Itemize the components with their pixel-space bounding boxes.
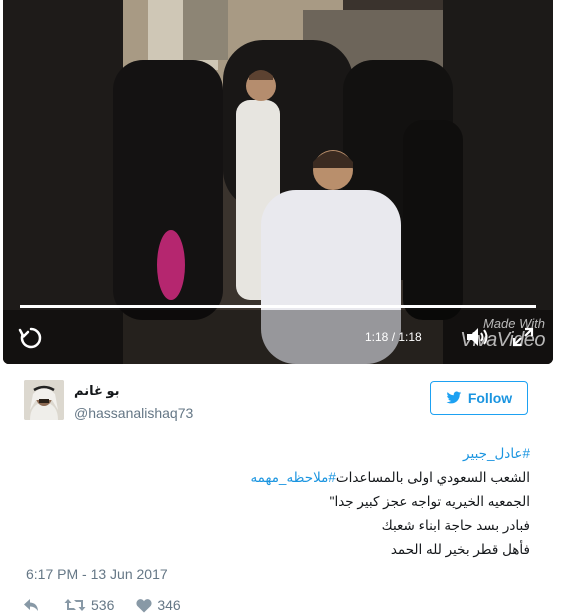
heart-icon (136, 598, 152, 612)
tweet-line-1: #عادل_جبير (230, 442, 530, 466)
hashtag-link[interactable]: #عادل_جبير (463, 446, 530, 461)
video-progress-fill (20, 305, 536, 308)
tweet-text: #عادل_جبير الشعب السعودي اولى بالمساعدات… (230, 442, 530, 562)
twitter-bird-icon (446, 391, 462, 404)
like-count: 346 (157, 597, 181, 613)
reply-icon (24, 599, 38, 611)
tweet-line-4: فبادر بسد حاجة ابناء شعبك (381, 518, 530, 533)
expand-icon (512, 327, 534, 347)
tweet-line-2: الشعب السعودي اولى بالمساعدات#ملاحظه_مهم… (230, 466, 530, 490)
user-handle[interactable]: @hassanalishaq73 (74, 405, 193, 421)
tweet-actions: 536 346 (22, 596, 181, 614)
display-name[interactable]: بو غانم (74, 383, 144, 399)
embedded-tweet-card: 1:18 / 1:18 Made With VivaVideo بو غانم … (0, 0, 561, 613)
hashtag-link[interactable]: #ملاحظه_مهمه (250, 470, 335, 485)
avatar-image (24, 380, 64, 420)
video-time: 1:18 / 1:18 (365, 330, 422, 344)
avatar[interactable] (24, 380, 64, 420)
video-progress-bar[interactable] (20, 305, 536, 308)
volume-button[interactable] (464, 325, 490, 349)
tweet-text-segment: الشعب السعودي اولى بالمساعدات (335, 470, 530, 485)
video-player[interactable]: 1:18 / 1:18 Made With VivaVideo (3, 0, 553, 364)
follow-button-label: Follow (467, 390, 513, 406)
reply-button[interactable] (22, 597, 40, 613)
retweet-icon (64, 599, 86, 611)
volume-icon (467, 328, 488, 346)
like-button[interactable]: 346 (136, 597, 181, 613)
tweet-timestamp[interactable]: 6:17 PM - 13 Jun 2017 (26, 566, 168, 582)
follow-button[interactable]: Follow (430, 381, 528, 415)
retweet-count: 536 (91, 597, 115, 613)
tweet-line-3: الجمعيه الخيريه تواجه عجز كبير جدا" (329, 494, 530, 509)
video-frame (3, 0, 553, 364)
fullscreen-button[interactable] (510, 325, 536, 349)
replay-button[interactable] (17, 324, 45, 352)
retweet-button[interactable]: 536 (64, 597, 114, 613)
tweet-line-5: فأهل قطر بخير لله الحمد (390, 542, 530, 557)
replay-icon (18, 327, 42, 349)
